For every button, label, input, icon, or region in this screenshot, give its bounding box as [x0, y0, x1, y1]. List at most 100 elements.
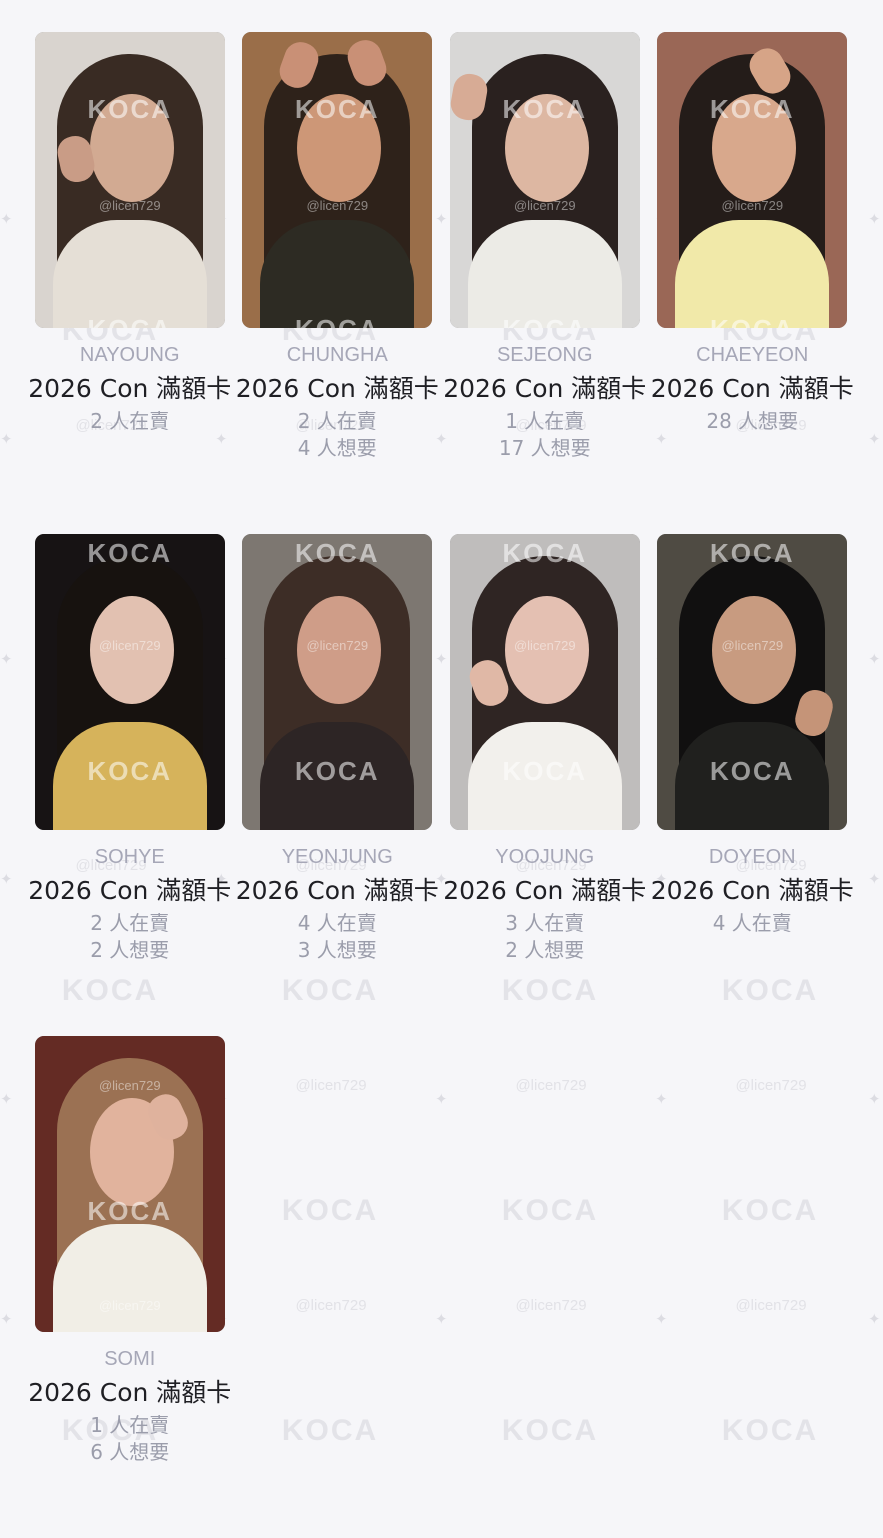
watermark-handle: @licen729	[98, 198, 161, 213]
watermark-handle: @licen729	[513, 198, 576, 213]
wanting-count: 3 人想要	[297, 938, 377, 962]
photocard-item-yoojung[interactable]: KOCA @licen729 KOCA YOOJUNG 2026 Con 滿額卡…	[441, 534, 649, 1036]
koca-watermark-logo: KOCA	[502, 538, 588, 568]
member-name: DOYEON	[708, 846, 796, 868]
watermark-handle: @licen729	[721, 638, 784, 653]
member-name: CHAEYEON	[696, 344, 809, 366]
card-title[interactable]: 2026 Con 滿額卡	[235, 371, 440, 406]
photocard-image[interactable]: KOCA @licen729 KOCA	[242, 32, 433, 328]
selling-count: 4 人在賣	[297, 911, 377, 935]
member-name: NAYOUNG	[79, 344, 180, 366]
sparkle-icon: ✦	[0, 1310, 13, 1328]
card-title[interactable]: 2026 Con 滿額卡	[442, 873, 647, 908]
photo-outfit	[675, 220, 830, 328]
card-title[interactable]: 2026 Con 滿額卡	[235, 873, 440, 908]
sparkle-icon: ✦	[0, 650, 13, 668]
selling-count: 2 人在賣	[297, 409, 377, 433]
koca-watermark-logo: KOCA	[697, 316, 807, 328]
selling-count: 2 人在賣	[90, 409, 170, 433]
selling-count: 2 人在賣	[90, 911, 170, 935]
sparkle-icon: ✦	[868, 1310, 881, 1328]
member-name: CHUNGHA	[286, 344, 388, 366]
wanting-count: 4 人想要	[297, 436, 377, 460]
sparkle-icon: ✦	[0, 430, 13, 448]
wanting-count: 28 人想要	[706, 409, 799, 433]
koca-watermark-logo: KOCA	[709, 94, 795, 124]
photocard-image[interactable]: KOCA @licen729 KOCA	[34, 534, 225, 830]
koca-watermark-logo: KOCA	[87, 756, 173, 786]
member-name: SOHYE	[94, 846, 165, 868]
photo-outfit	[467, 220, 622, 328]
photo-outfit	[260, 220, 415, 328]
photocard-image[interactable]: KOCA @licen729 KOCA	[34, 32, 225, 328]
sparkle-icon: ✦	[868, 870, 881, 888]
member-name: YOOJUNG	[495, 846, 595, 868]
card-details: DOYEON 2026 Con 滿額卡 4 人在賣	[649, 844, 856, 937]
koca-watermark-logo: KOCA	[709, 756, 795, 786]
sparkle-icon: ✦	[0, 1090, 13, 1108]
photocard-image[interactable]: KOCA @licen729 KOCA	[449, 534, 640, 830]
watermark-handle: @licen729	[306, 638, 369, 653]
watermark-handle: @licen729	[306, 198, 369, 213]
member-name: YEONJUNG	[281, 846, 393, 868]
card-details: CHAEYEON 2026 Con 滿額卡 28 人想要	[649, 342, 856, 435]
koca-watermark-logo: KOCA	[282, 316, 392, 328]
photocard-image[interactable]: KOCA @licen729 KOCA	[657, 534, 848, 830]
photo-outfit	[52, 1224, 207, 1332]
koca-watermark-logo: KOCA	[87, 94, 173, 124]
card-title[interactable]: 2026 Con 滿額卡	[650, 371, 855, 406]
member-name: SOMI	[104, 1348, 156, 1370]
member-name: SEJEONG	[496, 344, 593, 366]
card-details: CHUNGHA 2026 Con 滿額卡 2 人在賣 4 人想要	[234, 342, 441, 462]
koca-watermark-logo: KOCA	[87, 538, 173, 568]
sparkle-icon: ✦	[868, 210, 881, 228]
wanting-count: 17 人想要	[498, 436, 591, 460]
photocard-item-doyeon[interactable]: KOCA @licen729 KOCA DOYEON 2026 Con 滿額卡 …	[649, 534, 857, 1036]
card-title[interactable]: 2026 Con 滿額卡	[27, 1375, 232, 1410]
photocard-grid: KOCA @licen729 KOCA NAYOUNG 2026 Con 滿額卡…	[26, 32, 856, 1538]
sparkle-icon: ✦	[868, 650, 881, 668]
koca-watermark-logo: KOCA	[75, 316, 185, 328]
wanting-count: 2 人想要	[505, 938, 585, 962]
photocard-item-sejeong[interactable]: KOCA @licen729 KOCA SEJEONG 2026 Con 滿額卡…	[441, 32, 649, 534]
watermark-handle: @licen729	[721, 198, 784, 213]
koca-watermark-logo: KOCA	[87, 1196, 173, 1226]
photocard-item-nayoung[interactable]: KOCA @licen729 KOCA NAYOUNG 2026 Con 滿額卡…	[26, 32, 234, 534]
photocard-image[interactable]: KOCA @licen729 KOCA	[242, 534, 433, 830]
photocard-item-sohye[interactable]: KOCA @licen729 KOCA SOHYE 2026 Con 滿額卡 2…	[26, 534, 234, 1036]
koca-watermark-logo: KOCA	[294, 538, 380, 568]
photocard-image[interactable]: KOCA @licen729 KOCA	[449, 32, 640, 328]
photocard-image[interactable]: @licen729 KOCA @licen729	[34, 1036, 225, 1332]
selling-count: 3 人在賣	[505, 911, 585, 935]
selling-count: 1 人在賣	[505, 409, 585, 433]
card-title[interactable]: 2026 Con 滿額卡	[27, 371, 232, 406]
card-title[interactable]: 2026 Con 滿額卡	[27, 873, 232, 908]
sparkle-icon: ✦	[868, 430, 881, 448]
card-details: SOHYE 2026 Con 滿額卡 2 人在賣 2 人想要	[26, 844, 233, 964]
photocard-item-somi[interactable]: @licen729 KOCA @licen729 SOMI 2026 Con 滿…	[26, 1036, 234, 1538]
card-details: SEJEONG 2026 Con 滿額卡 1 人在賣 17 人想要	[441, 342, 648, 462]
photocard-image[interactable]: KOCA @licen729 KOCA	[657, 32, 848, 328]
watermark-handle: @licen729	[513, 638, 576, 653]
koca-watermark-logo: KOCA	[709, 538, 795, 568]
koca-watermark-logo: KOCA	[490, 316, 600, 328]
koca-watermark-logo: KOCA	[294, 756, 380, 786]
photocard-item-chungha[interactable]: KOCA @licen729 KOCA CHUNGHA 2026 Con 滿額卡…	[234, 32, 442, 534]
photocard-item-yeonjung[interactable]: KOCA @licen729 KOCA YEONJUNG 2026 Con 滿額…	[234, 534, 442, 1036]
koca-watermark-logo: KOCA	[502, 756, 588, 786]
watermark-handle: @licen729	[98, 1078, 161, 1093]
sparkle-icon: ✦	[0, 870, 13, 888]
card-details: NAYOUNG 2026 Con 滿額卡 2 人在賣	[26, 342, 233, 435]
watermark-handle: @licen729	[98, 1298, 161, 1313]
photocard-item-chaeyeon[interactable]: KOCA @licen729 KOCA CHAEYEON 2026 Con 滿額…	[649, 32, 857, 534]
sparkle-icon: ✦	[0, 210, 13, 228]
wanting-count: 6 人想要	[90, 1440, 170, 1464]
watermark-handle: @licen729	[98, 638, 161, 653]
card-title[interactable]: 2026 Con 滿額卡	[442, 371, 647, 406]
card-details: SOMI 2026 Con 滿額卡 1 人在賣 6 人想要	[26, 1346, 233, 1466]
wanting-count: 2 人想要	[90, 938, 170, 962]
card-title[interactable]: 2026 Con 滿額卡	[650, 873, 855, 908]
koca-watermark-logo: KOCA	[502, 94, 588, 124]
card-details: YEONJUNG 2026 Con 滿額卡 4 人在賣 3 人想要	[234, 844, 441, 964]
selling-count: 4 人在賣	[712, 911, 792, 935]
